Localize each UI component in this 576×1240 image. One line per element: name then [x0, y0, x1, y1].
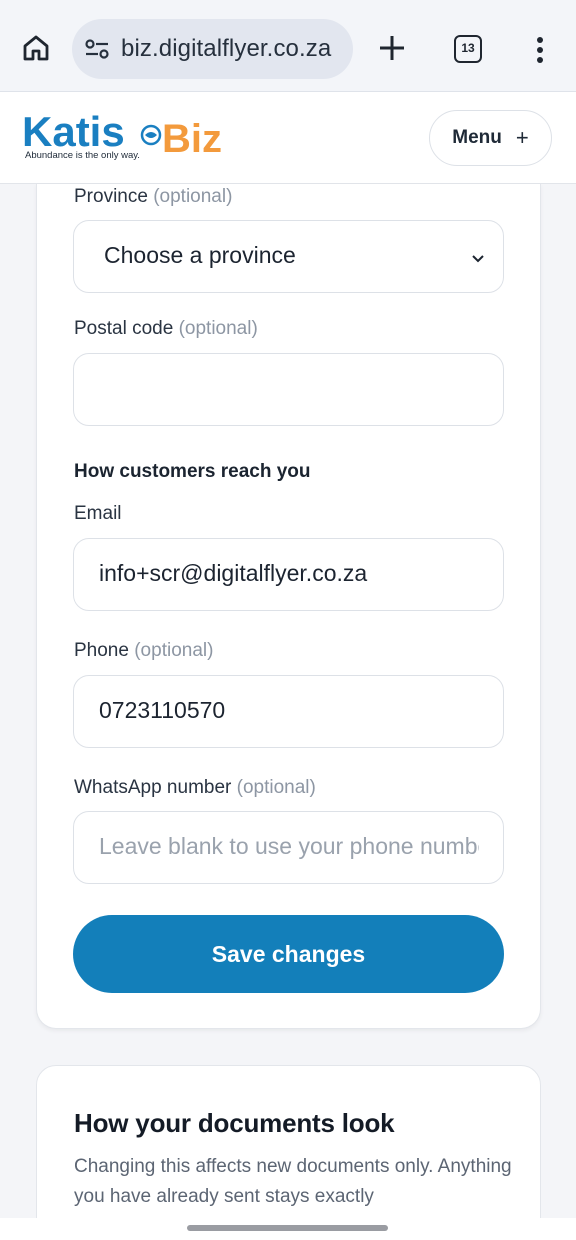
province-select[interactable]: Choose a province: [73, 220, 504, 293]
phone-value: 0723110570: [99, 697, 226, 723]
tab-switcher-icon[interactable]: 13: [454, 35, 482, 63]
province-label: Province (optional): [74, 186, 233, 207]
postal-code-label: Postal code (optional): [74, 318, 258, 339]
svg-text:Abundance is the only way.: Abundance is the only way.: [25, 150, 140, 161]
system-navigation-area: [0, 1218, 576, 1240]
svg-text:Biz: Biz: [162, 117, 222, 161]
whatsapp-input[interactable]: Leave blank to use your phone number: [73, 811, 504, 884]
new-tab-icon[interactable]: [378, 34, 406, 62]
more-options-icon[interactable]: [530, 36, 550, 64]
chevron-down-icon: [471, 251, 485, 263]
home-icon[interactable]: [20, 32, 52, 64]
email-label: Email: [74, 503, 122, 524]
email-input[interactable]: info+scr@digitalflyer.co.za: [73, 538, 504, 611]
phone-input[interactable]: 0723110570: [73, 675, 504, 748]
postal-code-input[interactable]: [73, 353, 504, 426]
svg-text:Katis: Katis: [22, 110, 125, 155]
menu-button[interactable]: Menu +: [429, 110, 552, 166]
plus-icon: +: [515, 125, 529, 150]
whatsapp-placeholder: Leave blank to use your phone number: [99, 833, 479, 859]
save-changes-button[interactable]: Save changes: [73, 915, 504, 993]
province-select-value: Choose a province: [104, 242, 296, 268]
menu-label: Menu: [452, 127, 502, 148]
browser-toolbar: biz.digitalflyer.co.za 13: [0, 0, 576, 92]
phone-label: Phone (optional): [74, 640, 214, 661]
email-value: info+scr@digitalflyer.co.za: [99, 560, 368, 586]
site-header: Katis Biz Abundance is the only way. Men…: [0, 92, 576, 184]
whatsapp-label: WhatsApp number (optional): [74, 777, 316, 798]
business-details-card: Province (optional) Choose a province Po…: [36, 184, 541, 1029]
site-settings-icon[interactable]: [84, 37, 110, 61]
contact-section-heading: How customers reach you: [74, 461, 311, 482]
url-text: biz.digitalflyer.co.za: [121, 35, 332, 62]
address-bar[interactable]: biz.digitalflyer.co.za: [72, 19, 353, 79]
gesture-handle[interactable]: [187, 1225, 388, 1231]
documents-heading: How your documents look: [74, 1108, 395, 1138]
katisbiz-logo[interactable]: Katis Biz Abundance is the only way.: [22, 108, 237, 161]
documents-description: Changing this affects new documents only…: [74, 1156, 512, 1207]
documents-appearance-card: How your documents look Changing this af…: [36, 1065, 541, 1240]
